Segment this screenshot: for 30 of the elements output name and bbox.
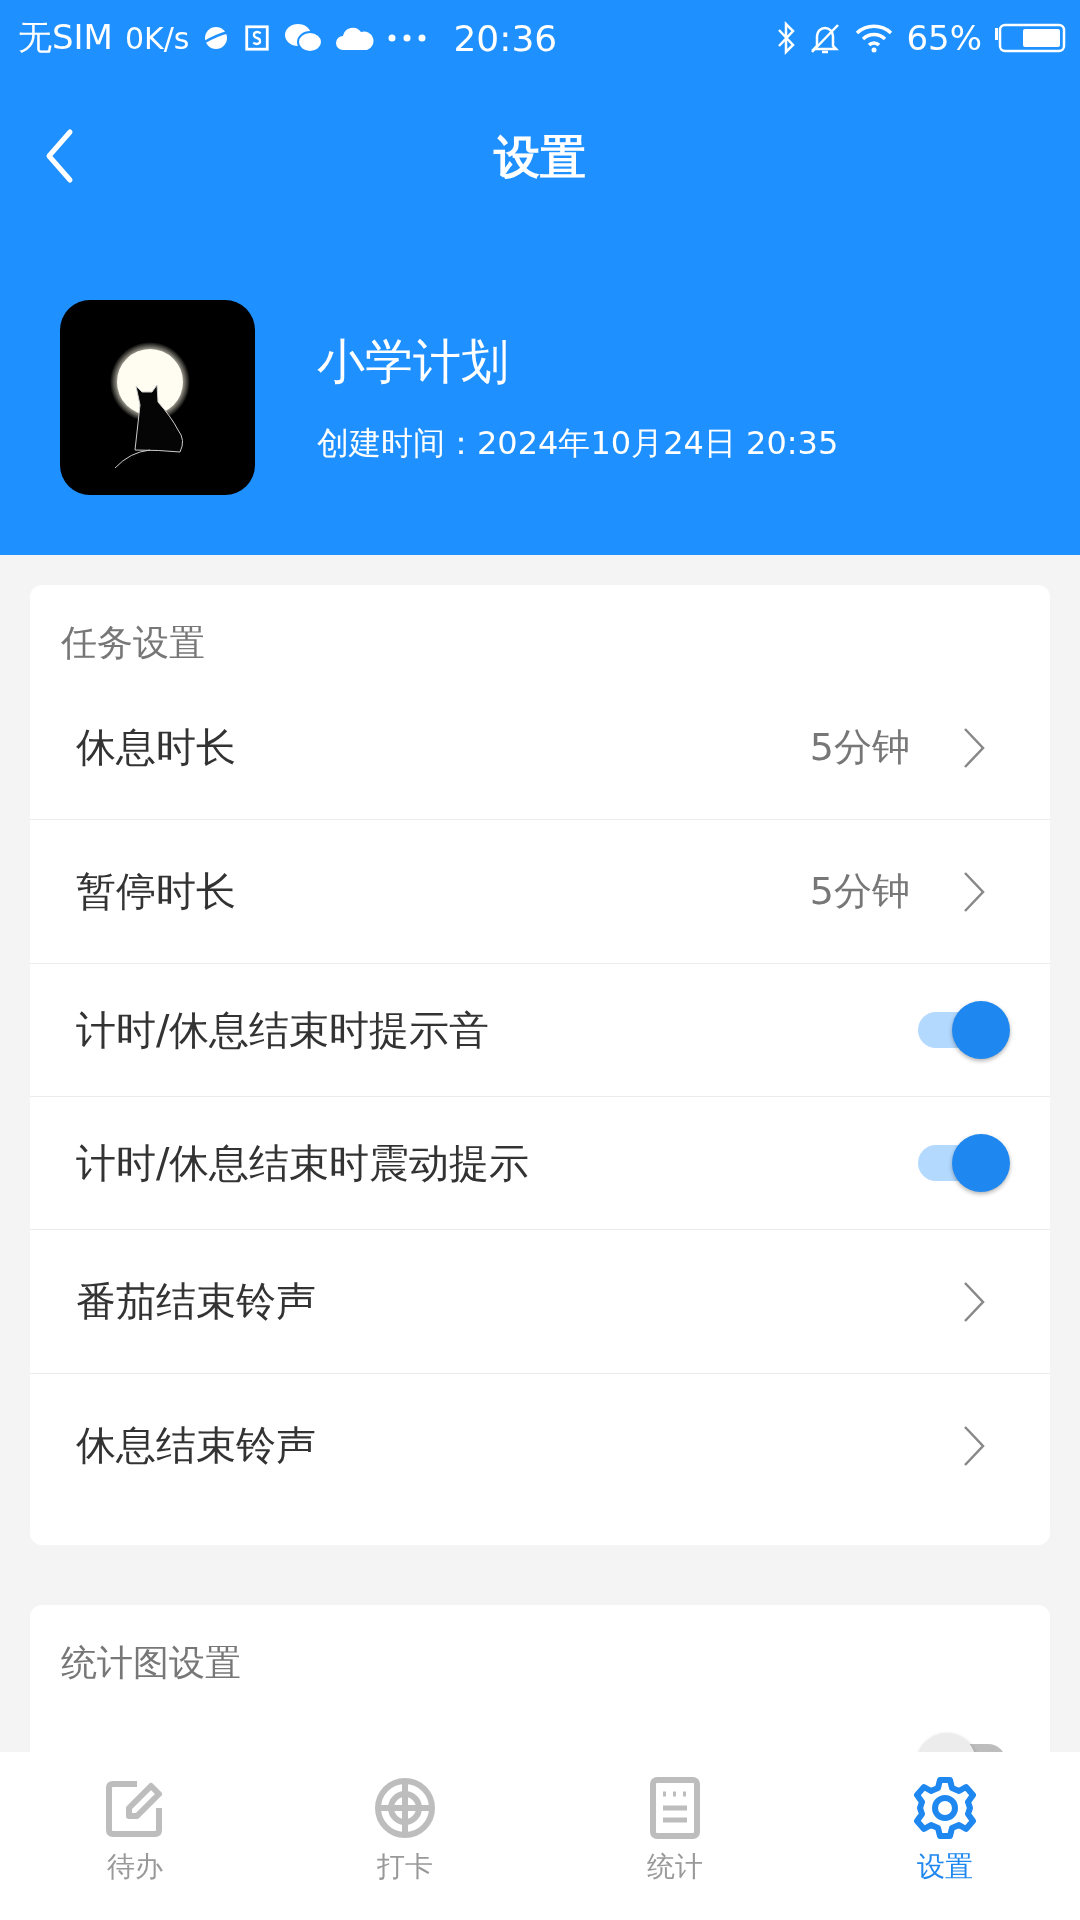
tab-item[interactable]: 统计 <box>540 1752 810 1920</box>
clock-time: 20:36 <box>453 17 558 59</box>
network-speed: 0K/s <box>124 20 190 56</box>
carrier-text: 无SIM <box>18 16 113 59</box>
page-title: 设置 <box>494 129 586 186</box>
back-button[interactable] <box>44 128 74 184</box>
chat-icon <box>283 22 324 54</box>
created-time: 创建时间：2024年10月24日 20:35 <box>317 422 839 464</box>
tab-item[interactable]: 打卡 <box>270 1752 540 1920</box>
plan-name: 小学计划 <box>317 331 510 391</box>
battery-icon <box>994 23 1066 53</box>
setting-label: 计时/休息结束时提示音 <box>76 1005 491 1055</box>
battery-percent: 65% <box>906 18 982 58</box>
tab-item[interactable]: 待办 <box>0 1752 270 1920</box>
settings-icon <box>913 1776 977 1840</box>
setting-label: 暂停时长 <box>76 867 237 916</box>
section-title: 任务设置 <box>60 621 206 665</box>
bluetooth-icon <box>776 21 797 55</box>
more-icon <box>387 33 428 43</box>
tab-item[interactable]: 设置 <box>810 1752 1080 1920</box>
wifi-icon <box>854 23 895 53</box>
app-icon <box>243 24 272 52</box>
setting-label: 番茄结束铃声 <box>76 1277 317 1326</box>
setting-label: 休息结束铃声 <box>76 1421 317 1470</box>
setting-value: 5分钟 <box>809 724 910 771</box>
setting-value: 5分钟 <box>809 868 910 915</box>
crosshair-icon <box>373 1776 437 1840</box>
section-title: 统计图设置 <box>60 1641 242 1685</box>
setting-label: 计时/休息结束时震动提示 <box>76 1138 531 1188</box>
setting-label: 休息时长 <box>76 723 237 772</box>
